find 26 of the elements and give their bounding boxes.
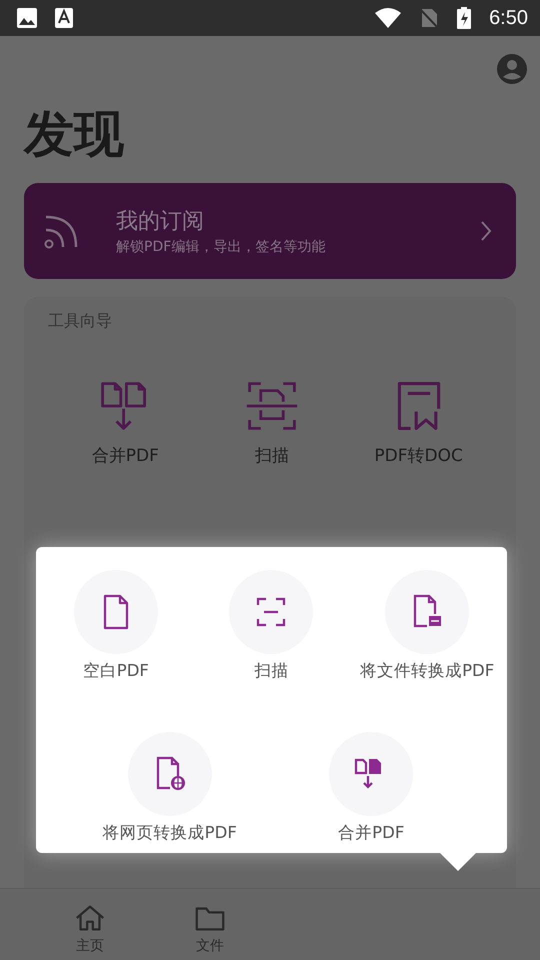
tool-label: 扫描 [254, 445, 289, 467]
tool-item[interactable]: 扫描 [198, 378, 346, 467]
tool-label: 合并PDF [92, 445, 159, 467]
nav-tab[interactable]: 主页 [50, 889, 130, 960]
tool-item[interactable]: PDF转DOC [345, 378, 492, 467]
subscription-subtitle: 解锁PDF编辑，导出，签名等功能 [116, 238, 326, 256]
image-icon [17, 8, 37, 28]
create-option[interactable]: 空白PDF [38, 570, 194, 682]
font-icon [55, 8, 73, 28]
no-sim-icon [419, 8, 440, 28]
account-icon[interactable] [496, 53, 528, 85]
create-option[interactable]: 合并PDF [270, 732, 472, 844]
rss-icon [44, 213, 80, 249]
create-option[interactable]: 扫描 [194, 570, 350, 682]
create-option[interactable]: 将网页转换成PDF [69, 732, 270, 844]
nav-tab[interactable]: 文件 [170, 889, 250, 960]
create-option[interactable]: 将文件转换成PDF [349, 570, 505, 682]
status-time: 6:50 [489, 6, 528, 30]
wifi-icon [375, 8, 402, 28]
battery-charging-icon [457, 7, 472, 29]
tool-item[interactable]: 合并PDF [52, 378, 199, 467]
tool-label: PDF转DOC [374, 445, 463, 467]
page-title: 发现 [24, 104, 125, 165]
subscription-title: 我的订阅 [116, 208, 205, 236]
chevron-right-icon [480, 220, 492, 242]
subscription-card[interactable]: 我的订阅 解锁PDF编辑，导出，签名等功能 [24, 183, 516, 279]
